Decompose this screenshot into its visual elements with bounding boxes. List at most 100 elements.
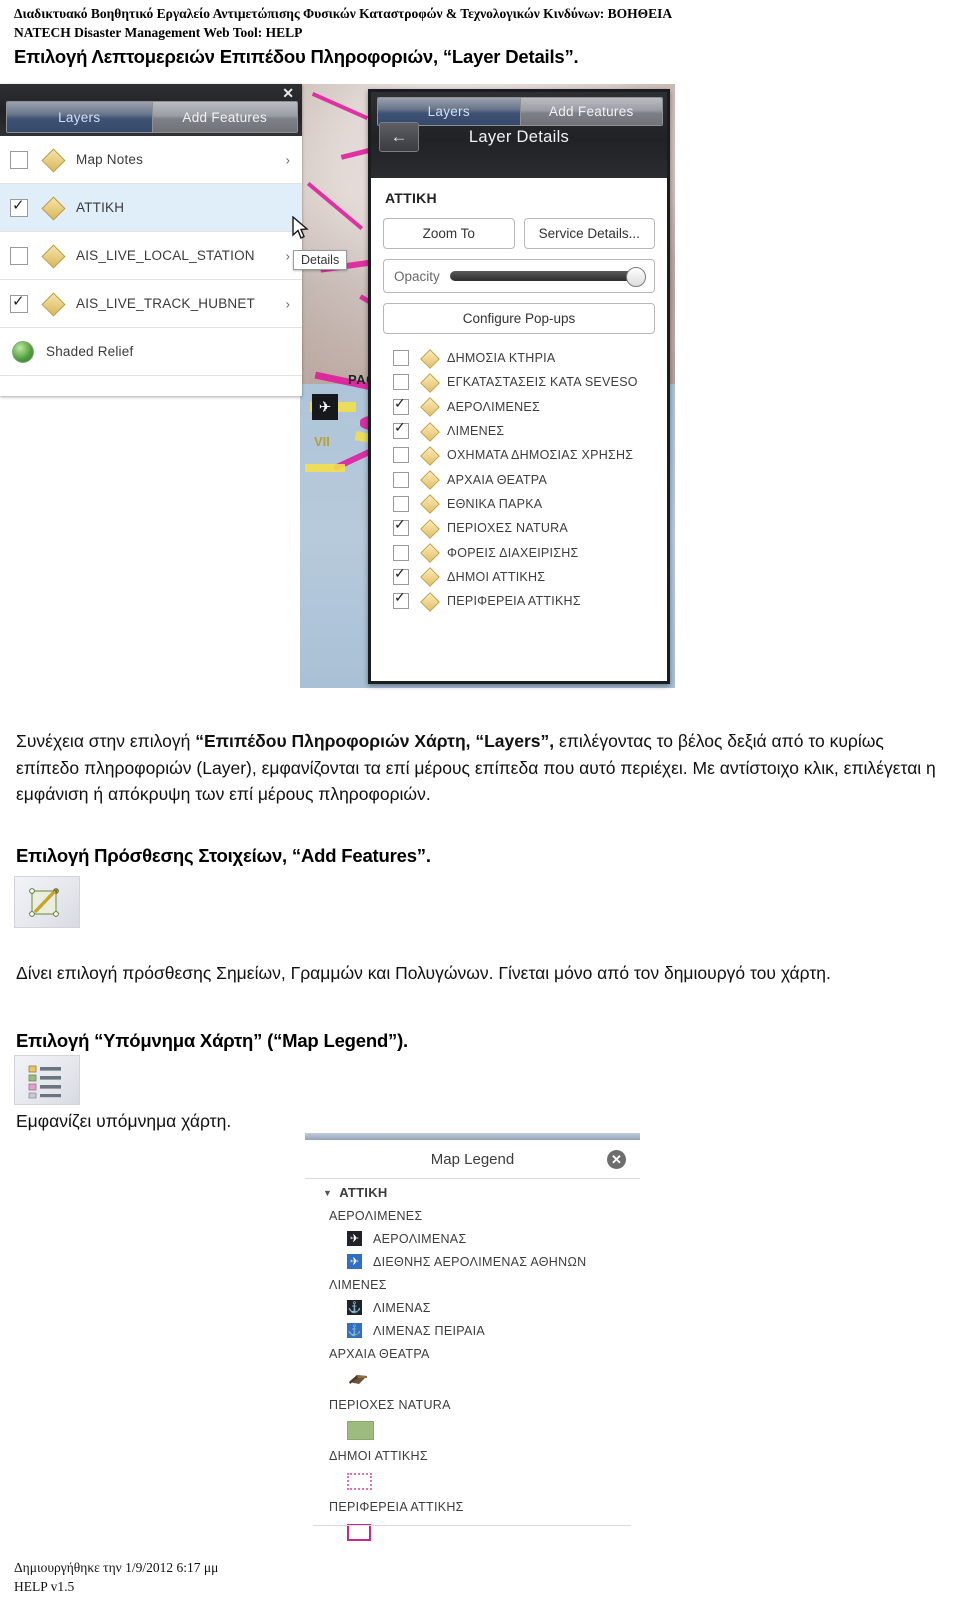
- legend-item: ✈ ΔΙΕΘΝΗΣ ΑΕΡΟΛΙΜΕΝΑΣ ΑΘΗΝΩΝ: [305, 1250, 640, 1273]
- legend-window-topbar: [305, 1133, 640, 1140]
- anchor-dark-icon: ⚓: [347, 1300, 362, 1315]
- sublayer-checkbox[interactable]: [393, 565, 409, 585]
- add-features-polygon-icon[interactable]: [14, 876, 80, 928]
- layer-label: AIS_LIVE_TRACK_HUBNET: [76, 296, 256, 311]
- heading-layer-details: Επιλογή Λεπτομερειών Επιπέδου Πληροφοριώ…: [14, 46, 579, 67]
- sublayer-checkbox[interactable]: [393, 589, 409, 610]
- legend-content: ▼ ΑΤΤΙΚΗ ΑΕΡΟΛΙΜΕΝΕΣ ✈ ΑΕΡΟΛΙΜΕΝΑΣ ✈ ΔΙΕ…: [305, 1181, 640, 1546]
- paragraph-map-legend-description: Εμφανίζει υπόμνημα χάρτη.: [16, 1111, 232, 1131]
- sublayer-checkbox[interactable]: [393, 350, 409, 367]
- diamond-layer-icon: [420, 445, 440, 466]
- sublayer-checkbox[interactable]: [393, 471, 409, 488]
- header-line-english: NATECH Disaster Management Web Tool: HEL…: [14, 25, 303, 40]
- heading-add-features: Επιλογή Πρόσθεσης Στοιχείων, “Add Featur…: [16, 845, 431, 866]
- layer-visibility-checkbox[interactable]: [10, 196, 28, 217]
- tab-add-features[interactable]: Add Features: [519, 98, 662, 125]
- sublayer-row[interactable]: ΠΕΡΙΦΕΡΕΙΑ ΑΤΤΙΚΗΣ: [393, 589, 667, 613]
- diamond-layer-icon: [41, 147, 66, 173]
- layer-row-map-notes[interactable]: Map Notes ›: [0, 136, 302, 184]
- sublayer-row[interactable]: ΔΗΜΟΙ ΑΤΤΙΚΗΣ: [393, 565, 667, 589]
- sublayer-label: ΔΗΜΟΣΙΑ ΚΤΗΡΙΑ: [447, 351, 556, 366]
- tab-layers[interactable]: Layers: [7, 102, 152, 132]
- sublayer-row[interactable]: ΟΧΗΜΑΤΑ ΔΗΜΟΣΙΑΣ ΧΡΗΣΗΣ: [393, 443, 667, 467]
- layers-panel-titlebar: ✕ Layers Add Features: [0, 84, 302, 136]
- sublayer-label: ΕΓΚΑΤΑΣΤΑΣΕΙΣ ΚΑΤΑ SEVESO: [447, 375, 638, 390]
- sublayer-row[interactable]: ΔΗΜΟΣΙΑ ΚΤΗΡΙΑ: [393, 346, 667, 370]
- sublayer-checkbox[interactable]: [393, 419, 409, 440]
- layers-panel-tabs: Layers Add Features: [6, 101, 298, 133]
- chevron-right-icon[interactable]: ›: [286, 152, 290, 167]
- map-label-vii: VII: [314, 434, 330, 449]
- sublayer-row[interactable]: ΑΕΡΟΛΙΜΕΝΕΣ: [393, 395, 667, 419]
- sublayer-row[interactable]: ΦΟΡΕΙΣ ΔΙΑΧΕΙΡΙΣΗΣ: [393, 540, 667, 564]
- chevron-right-icon[interactable]: ›: [286, 248, 290, 263]
- legend-group-label: ΑΡΧΑΙΑ ΘΕΑΤΡΑ: [329, 1346, 430, 1361]
- legend-divider: [313, 1525, 631, 1526]
- theatre-icon: [349, 1375, 367, 1384]
- magenta-outline-swatch: [347, 1523, 371, 1541]
- service-details-button[interactable]: Service Details...: [523, 218, 655, 249]
- zoom-to-button[interactable]: Zoom To: [383, 218, 515, 249]
- layer-label: Map Notes: [76, 152, 144, 167]
- layer-label: Shaded Relief: [46, 344, 134, 359]
- layer-visibility-checkbox[interactable]: [10, 150, 28, 169]
- sublayer-label: ΑΡΧΑΙΑ ΘΕΑΤΡΑ: [447, 472, 548, 487]
- layer-row-ais-live-local-station[interactable]: AIS_LIVE_LOCAL_STATION ›: [0, 232, 302, 280]
- sublayer-row[interactable]: ΕΓΚΑΤΑΣΤΑΣΕΙΣ ΚΑΤΑ SEVESO: [393, 370, 667, 394]
- sublayer-label: ΦΟΡΕΙΣ ΔΙΑΧΕΙΡΙΣΗΣ: [447, 545, 579, 560]
- sublayer-row[interactable]: ΕΘΝΙΚΑ ΠΑΡΚΑ: [393, 492, 667, 516]
- tab-layers[interactable]: Layers: [378, 98, 520, 125]
- sublayer-label: ΑΕΡΟΛΙΜΕΝΕΣ: [447, 399, 540, 414]
- legend-swatch-row: [305, 1518, 640, 1546]
- legend-root-label: ΑΤΤΙΚΗ: [339, 1185, 388, 1200]
- triangle-down-icon[interactable]: ▼: [323, 1188, 332, 1198]
- legend-item-label: ΛΙΜΕΝΑΣ ΠΕΙΡΑΙΑ: [373, 1323, 486, 1338]
- diamond-layer-icon: [420, 421, 440, 442]
- diamond-layer-icon: [420, 470, 440, 491]
- footer-version: HELP v1.5: [14, 1579, 75, 1594]
- opacity-slider[interactable]: [449, 267, 646, 287]
- legend-item: ⚓ ΛΙΜΕΝΑΣ: [305, 1296, 640, 1319]
- legend-root-item[interactable]: ▼ ΑΤΤΙΚΗ: [305, 1181, 640, 1204]
- footer-created-date: Δημιουργήθηκε την 1/9/2012 6:17 μμ: [14, 1560, 219, 1575]
- layer-row-ais-live-track-hubnet[interactable]: AIS_LIVE_TRACK_HUBNET ›: [0, 280, 302, 328]
- diamond-layer-icon: [420, 494, 440, 515]
- sublayer-checkbox[interactable]: [393, 544, 409, 561]
- screenshot-layer-details: ✈ PACH VII ✕ Layers Add Features Map Not…: [0, 84, 675, 688]
- sublayer-checkbox[interactable]: [393, 495, 409, 512]
- sublayer-row[interactable]: ΠΕΡΙΟΧΕΣ NATURA: [393, 516, 667, 540]
- legend-item-label: ΑΕΡΟΛΙΜΕΝΑΣ: [373, 1231, 467, 1246]
- configure-popups-button[interactable]: Configure Pop-ups: [383, 303, 655, 334]
- layers-panel: ✕ Layers Add Features Map Notes › ΑΤΤΙΚΗ: [0, 84, 302, 396]
- layer-visibility-checkbox[interactable]: [10, 246, 28, 265]
- map-legend-list-icon[interactable]: [14, 1055, 80, 1105]
- diamond-layer-icon: [420, 373, 440, 393]
- close-icon[interactable]: ✕: [607, 1150, 626, 1169]
- layer-row-shaded-relief[interactable]: Shaded Relief: [0, 328, 302, 376]
- tab-add-features[interactable]: Add Features: [151, 102, 297, 132]
- diamond-layer-icon: [41, 291, 66, 317]
- sublayer-label: ΕΘΝΙΚΑ ΠΑΡΚΑ: [447, 496, 543, 511]
- green-fill-swatch: [347, 1420, 374, 1440]
- sublayer-checkbox[interactable]: [393, 374, 409, 391]
- sublayer-row[interactable]: ΛΙΜΕΝΕΣ: [393, 419, 667, 443]
- layer-label: ΑΤΤΙΚΗ: [76, 200, 125, 215]
- sublayer-checkbox[interactable]: [393, 516, 409, 537]
- slider-handle[interactable]: [626, 267, 646, 287]
- close-icon[interactable]: ✕: [282, 86, 294, 100]
- map-airport-marker: ✈: [312, 394, 338, 420]
- layer-visibility-checkbox[interactable]: [10, 292, 28, 313]
- pink-dashed-swatch: [347, 1472, 372, 1490]
- layer-label: AIS_LIVE_LOCAL_STATION: [76, 248, 255, 263]
- sublayer-checkbox[interactable]: [393, 395, 409, 415]
- layer-details-panel: Layers Add Features ← Layer Details ΑΤΤΙ…: [368, 89, 670, 684]
- sublayer-row[interactable]: ΑΡΧΑΙΑ ΘΕΑΤΡΑ: [393, 467, 667, 491]
- diamond-layer-icon: [420, 591, 440, 612]
- map-legend-panel: Map Legend ✕ ▼ ΑΤΤΙΚΗ ΑΕΡΟΛΙΜΕΝΕΣ ✈ ΑΕΡΟ…: [305, 1125, 640, 1550]
- selected-layer-name: ΑΤΤΙΚΗ: [385, 190, 437, 206]
- chevron-right-icon[interactable]: ›: [286, 296, 290, 311]
- diamond-layer-icon: [420, 518, 440, 539]
- layer-row-attiki[interactable]: ΑΤΤΙΚΗ: [0, 184, 302, 232]
- paragraph-part-1: Συνέχεια στην επιλογή: [16, 731, 196, 751]
- sublayer-checkbox[interactable]: [393, 447, 409, 464]
